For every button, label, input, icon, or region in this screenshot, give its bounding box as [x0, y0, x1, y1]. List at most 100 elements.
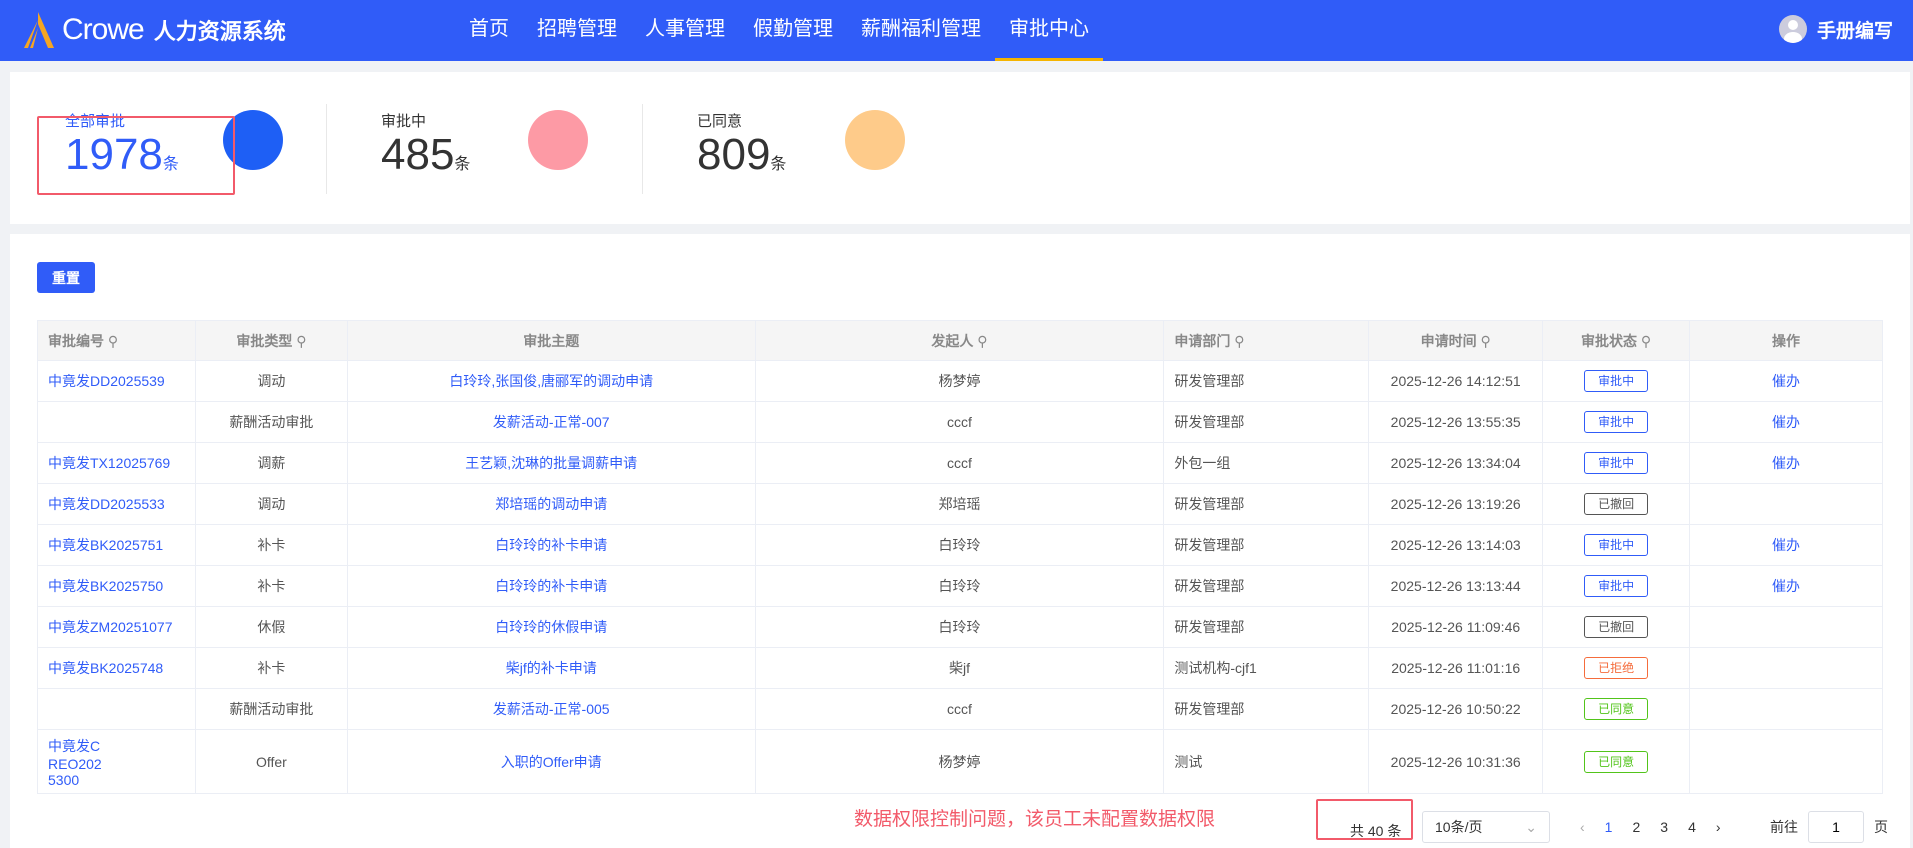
table-cell: 研发管理部	[1163, 524, 1370, 566]
column-header-label: 审批编号	[48, 332, 104, 349]
approval-id-link[interactable]: 中竟发BK2025750	[48, 578, 163, 594]
page-3[interactable]: 3	[1660, 819, 1668, 835]
crowe-logo-icon	[24, 12, 54, 48]
status-badge: 审批中	[1584, 534, 1649, 556]
nav-compensation[interactable]: 薪酬福利管理	[847, 0, 995, 61]
table-cell: 2025-12-26 13:19:26	[1368, 483, 1544, 525]
table-cell: 外包一组	[1163, 442, 1370, 484]
search-icon[interactable]: ⚲	[104, 333, 118, 349]
search-icon[interactable]: ⚲	[973, 333, 987, 349]
table-cell: 柴jf的补卡申请	[346, 647, 756, 689]
column-header[interactable]: 审批类型 ⚲	[194, 320, 348, 361]
divider	[642, 104, 643, 194]
column-header[interactable]: 审批状态 ⚲	[1542, 320, 1691, 361]
table-row: 中竟发BK2025750 补卡 白玲玲的补卡申请 白玲玲 研发管理部 2025-12-26…	[37, 565, 1883, 607]
table-cell: 薪酬活动审批	[194, 401, 348, 443]
urge-button[interactable]: 催办	[1772, 537, 1800, 553]
approval-subject-link[interactable]: 王艺颖,沈琳的批量调薪申请	[465, 455, 637, 471]
column-header[interactable]: 审批主题	[346, 320, 756, 361]
cell-text: 2025-12-26 13:55:35	[1390, 414, 1521, 430]
table-row: 中竟发ZM20251077 休假 白玲玲的休假申请 白玲玲 研发管理部 2025-12-2…	[37, 606, 1883, 648]
approval-subject-link[interactable]: 白玲玲,张国俊,唐郦军的调动申请	[449, 373, 653, 389]
search-icon[interactable]: ⚲	[1477, 333, 1490, 349]
table-cell: 郑培瑶的调动申请	[346, 483, 756, 525]
table-cell: 研发管理部	[1163, 565, 1370, 607]
table-cell: 2025-12-26 11:09:46	[1368, 606, 1544, 648]
nav-attendance[interactable]: 假勤管理	[739, 0, 847, 61]
table-cell: 白玲玲的休假申请	[346, 606, 756, 648]
next-page-icon[interactable]: ›	[1716, 819, 1721, 835]
search-icon[interactable]: ⚲	[292, 333, 306, 349]
cell-text: 补卡	[257, 578, 286, 594]
goto-page-input[interactable]	[1808, 811, 1864, 843]
approval-id-link[interactable]: 中竟发DD2025539	[48, 373, 165, 389]
prev-page-icon[interactable]: ‹	[1580, 819, 1585, 835]
user-name: 手册编写	[1816, 20, 1893, 42]
column-header-label: 发起人	[931, 332, 974, 349]
column-header[interactable]: 审批编号 ⚲	[37, 320, 196, 361]
approval-subject-link[interactable]: 白玲玲的补卡申请	[495, 537, 607, 553]
table-cell: 休假	[194, 606, 348, 648]
page-2[interactable]: 2	[1632, 819, 1640, 835]
table-cell: 补卡	[194, 524, 348, 566]
approval-subject-link[interactable]: 入职的Offer申请	[501, 754, 602, 770]
cell-text: 研发管理部	[1174, 578, 1245, 594]
table-cell	[1689, 729, 1883, 794]
page-suffix: 页	[1874, 819, 1888, 835]
approval-id-link[interactable]: 中竟发DD2025533	[48, 496, 165, 512]
user-menu[interactable]: 手册编写	[1778, 15, 1893, 43]
cell-text: 郑培瑶	[938, 496, 981, 512]
urge-button[interactable]: 催办	[1772, 578, 1800, 594]
table-cell: 白玲玲,张国俊,唐郦军的调动申请	[346, 360, 756, 402]
table-row: 中竟发TX12025769 调薪 王艺颖,沈琳的批量调薪申请 cccf 外包一组 2025…	[37, 442, 1883, 484]
column-header[interactable]: 操作	[1689, 320, 1883, 361]
search-icon[interactable]: ⚲	[1230, 333, 1244, 349]
column-header[interactable]: 发起人 ⚲	[754, 320, 1165, 361]
nav-home[interactable]: 首页	[455, 0, 523, 61]
status-badge: 审批中	[1584, 370, 1649, 392]
table-cell: 已拒绝	[1542, 647, 1691, 689]
table-cell: 2025-12-26 13:14:03	[1368, 524, 1544, 566]
table-cell: 审批中	[1542, 442, 1691, 484]
stat-value: 485	[381, 130, 455, 179]
column-header[interactable]: 申请时间 ⚲	[1368, 320, 1544, 361]
approval-id-link[interactable]: 中竟发ZM20251077	[48, 619, 173, 635]
approval-id-link[interactable]: 中竟发TX12025769	[48, 455, 170, 471]
nav-approval-center[interactable]: 审批中心	[995, 0, 1103, 61]
cell-text: 补卡	[257, 660, 286, 676]
approval-subject-link[interactable]: 发薪活动-正常-007	[493, 414, 610, 430]
approval-id-link[interactable]: 中竟发BK2025751	[48, 537, 163, 553]
page-1[interactable]: 1	[1605, 819, 1613, 835]
urge-button[interactable]: 催办	[1772, 373, 1800, 389]
table-cell: 研发管理部	[1163, 401, 1370, 443]
approval-subject-link[interactable]: 郑培瑶的调动申请	[495, 496, 607, 512]
approval-subject-link[interactable]: 柴jf的补卡申请	[506, 660, 597, 676]
stat-pending[interactable]: 审批中 485条	[381, 110, 588, 189]
stat-approved[interactable]: 已同意 809条	[697, 110, 905, 189]
approval-subject-link[interactable]: 白玲玲的补卡申请	[495, 578, 607, 594]
page-4[interactable]: 4	[1688, 819, 1696, 835]
column-header[interactable]: 申请部门 ⚲	[1163, 320, 1370, 361]
page-size-select[interactable]: 10条/页 ⌄	[1422, 811, 1550, 843]
cell-text: 2025-12-26 10:50:22	[1390, 701, 1521, 717]
column-header-label: 审批类型	[236, 332, 293, 349]
table-cell: 发薪活动-正常-005	[346, 688, 756, 730]
urge-button[interactable]: 催办	[1772, 455, 1800, 471]
reset-button[interactable]: 重置	[37, 262, 95, 293]
stat-value: 809	[697, 130, 771, 179]
approval-subject-link[interactable]: 白玲玲的休假申请	[495, 619, 607, 635]
table-row: 薪酬活动审批 发薪活动-正常-005 cccf 研发管理部 2025-12-26 10:…	[37, 688, 1883, 730]
table-cell: 研发管理部	[1163, 360, 1370, 402]
search-icon[interactable]: ⚲	[1637, 333, 1651, 349]
cell-text: 测试	[1174, 753, 1203, 770]
cell-text: Offer	[255, 753, 287, 770]
approval-id-link[interactable]: 中竟发CREO2025300	[48, 736, 108, 788]
status-badge: 审批中	[1584, 575, 1649, 597]
urge-button[interactable]: 催办	[1772, 414, 1800, 430]
table-row: 中竟发DD2025539 调动 白玲玲,张国俊,唐郦军的调动申请 杨梦婷 研发管理部 20…	[37, 360, 1883, 402]
nav-recruitment[interactable]: 招聘管理	[523, 0, 631, 61]
approval-id-link[interactable]: 中竟发BK2025748	[48, 660, 163, 676]
nav-personnel[interactable]: 人事管理	[631, 0, 739, 61]
approval-subject-link[interactable]: 发薪活动-正常-005	[493, 701, 610, 717]
column-header-label: 申请时间	[1420, 332, 1477, 349]
